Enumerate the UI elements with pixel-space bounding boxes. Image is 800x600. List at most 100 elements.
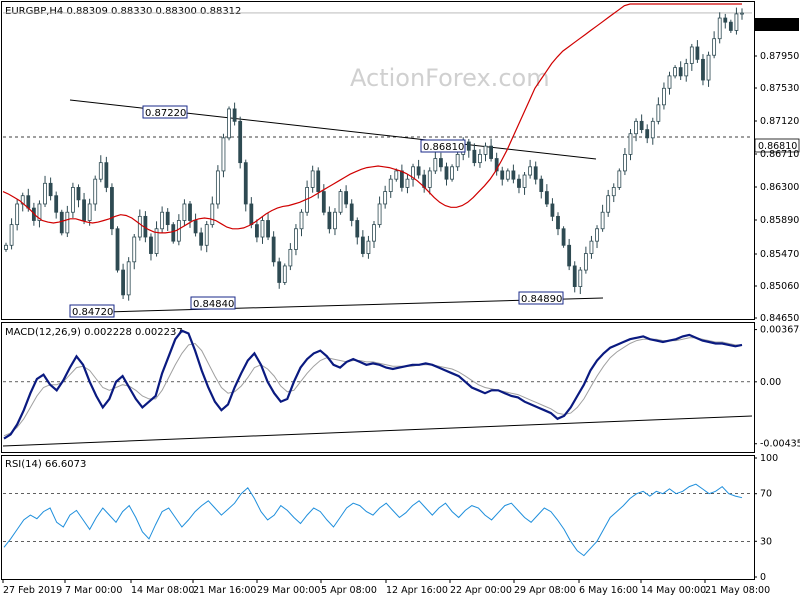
x-tick-label: 7 Mar 00:00 (65, 585, 122, 596)
x-tick-label: 14 Mar 08:00 (131, 585, 194, 596)
candle (595, 225, 599, 249)
candle (723, 13, 728, 29)
candle-body (82, 199, 86, 221)
candle (282, 263, 287, 285)
price-tick-label: 0.85890 (760, 215, 799, 226)
candle (589, 235, 594, 259)
candle-body (595, 228, 599, 242)
candle (215, 165, 220, 209)
candle (628, 129, 633, 161)
candle-body (26, 195, 31, 209)
candle (662, 82, 666, 110)
candle (98, 155, 103, 183)
x-tick-label: 12 Apr 16:00 (386, 585, 448, 596)
macd-tick-label: 0.003678 (760, 325, 800, 336)
candle-body (472, 149, 477, 164)
candle-body (149, 236, 153, 254)
candle-body (193, 220, 198, 234)
candle (160, 206, 165, 234)
candle-body (210, 203, 215, 226)
price-trendlines (69, 99, 604, 314)
candle-body (650, 120, 655, 139)
candle (199, 227, 204, 251)
candle-body (427, 170, 432, 188)
candle-body (634, 120, 638, 135)
candle-body (517, 178, 521, 188)
candle (533, 161, 538, 185)
moving-average-line (2, 3, 742, 234)
candle-body (4, 244, 8, 250)
candle (623, 148, 627, 176)
candle-body (333, 211, 337, 230)
candle-body (65, 211, 70, 234)
candle (528, 159, 533, 179)
candle (689, 43, 694, 71)
candle-body (71, 187, 75, 213)
candle (600, 204, 605, 232)
candle (712, 31, 717, 59)
candle-body (43, 182, 47, 205)
candle (260, 216, 265, 244)
candle-body (98, 162, 103, 180)
candle-body (556, 215, 560, 230)
candle (82, 192, 86, 225)
price-level-label: 0.84890 (518, 291, 564, 305)
candle (494, 152, 499, 176)
candle-body (110, 187, 114, 230)
candle (9, 218, 14, 250)
candle (388, 175, 393, 198)
macd-tick-label: -0.004359 (760, 439, 800, 450)
x-tick-label: 14 May 00:00 (641, 585, 706, 596)
candle (695, 40, 700, 63)
x-tick-label: 6 May 16:00 (579, 585, 638, 596)
candle-body (567, 244, 572, 267)
x-tick-label: 29 Mar 00:00 (257, 585, 320, 596)
candle (327, 206, 332, 234)
candle (255, 219, 259, 243)
price-level-label-text: 0.87220 (145, 108, 186, 119)
candle (422, 169, 427, 193)
time-x-axis: 27 Feb 2019 7 Mar 00:00 14 Mar 08:0021 Mar… (2, 580, 770, 596)
candle (567, 238, 572, 271)
candle-body (701, 58, 705, 81)
candle (740, 8, 744, 20)
candle (333, 208, 337, 236)
candle-body (137, 215, 142, 238)
candle-body (606, 195, 611, 213)
rsi-tick-label: 30 (760, 536, 772, 547)
candle (572, 261, 577, 293)
candle (578, 267, 583, 295)
candle-body (372, 224, 376, 242)
candle-body (500, 170, 505, 180)
candle-body (121, 269, 125, 296)
candle (639, 114, 644, 134)
candle (115, 226, 120, 273)
price-tick-label: 0.85470 (760, 249, 799, 260)
candle-body (9, 224, 14, 246)
candle-body (712, 38, 717, 56)
price-tick-label: 0.86300 (760, 182, 799, 193)
x-tick-label: 22 Apr 00:00 (450, 585, 512, 596)
candle-body (76, 187, 81, 201)
candle (650, 117, 655, 145)
candle (550, 198, 555, 222)
candle (193, 213, 198, 237)
candle-body (54, 195, 59, 213)
watermark-text: ActionForex.com (350, 64, 550, 92)
price-y-axis: 0.883120.879500.875300.871200.868100.867… (754, 18, 800, 324)
candle (243, 159, 248, 212)
candle-body (93, 178, 98, 205)
candle-body (232, 108, 237, 122)
candle (210, 196, 215, 228)
candle-body (243, 162, 248, 205)
x-tick-label: 21 Mar 16:00 (193, 585, 256, 596)
candle (517, 174, 521, 194)
candle (377, 196, 382, 228)
rsi-tick-label: 0 (760, 572, 766, 583)
candle-body (450, 166, 454, 180)
candle-body (249, 203, 254, 226)
candle (656, 97, 661, 125)
candle (132, 233, 137, 270)
candle (500, 166, 505, 186)
ma-path (2, 3, 742, 234)
